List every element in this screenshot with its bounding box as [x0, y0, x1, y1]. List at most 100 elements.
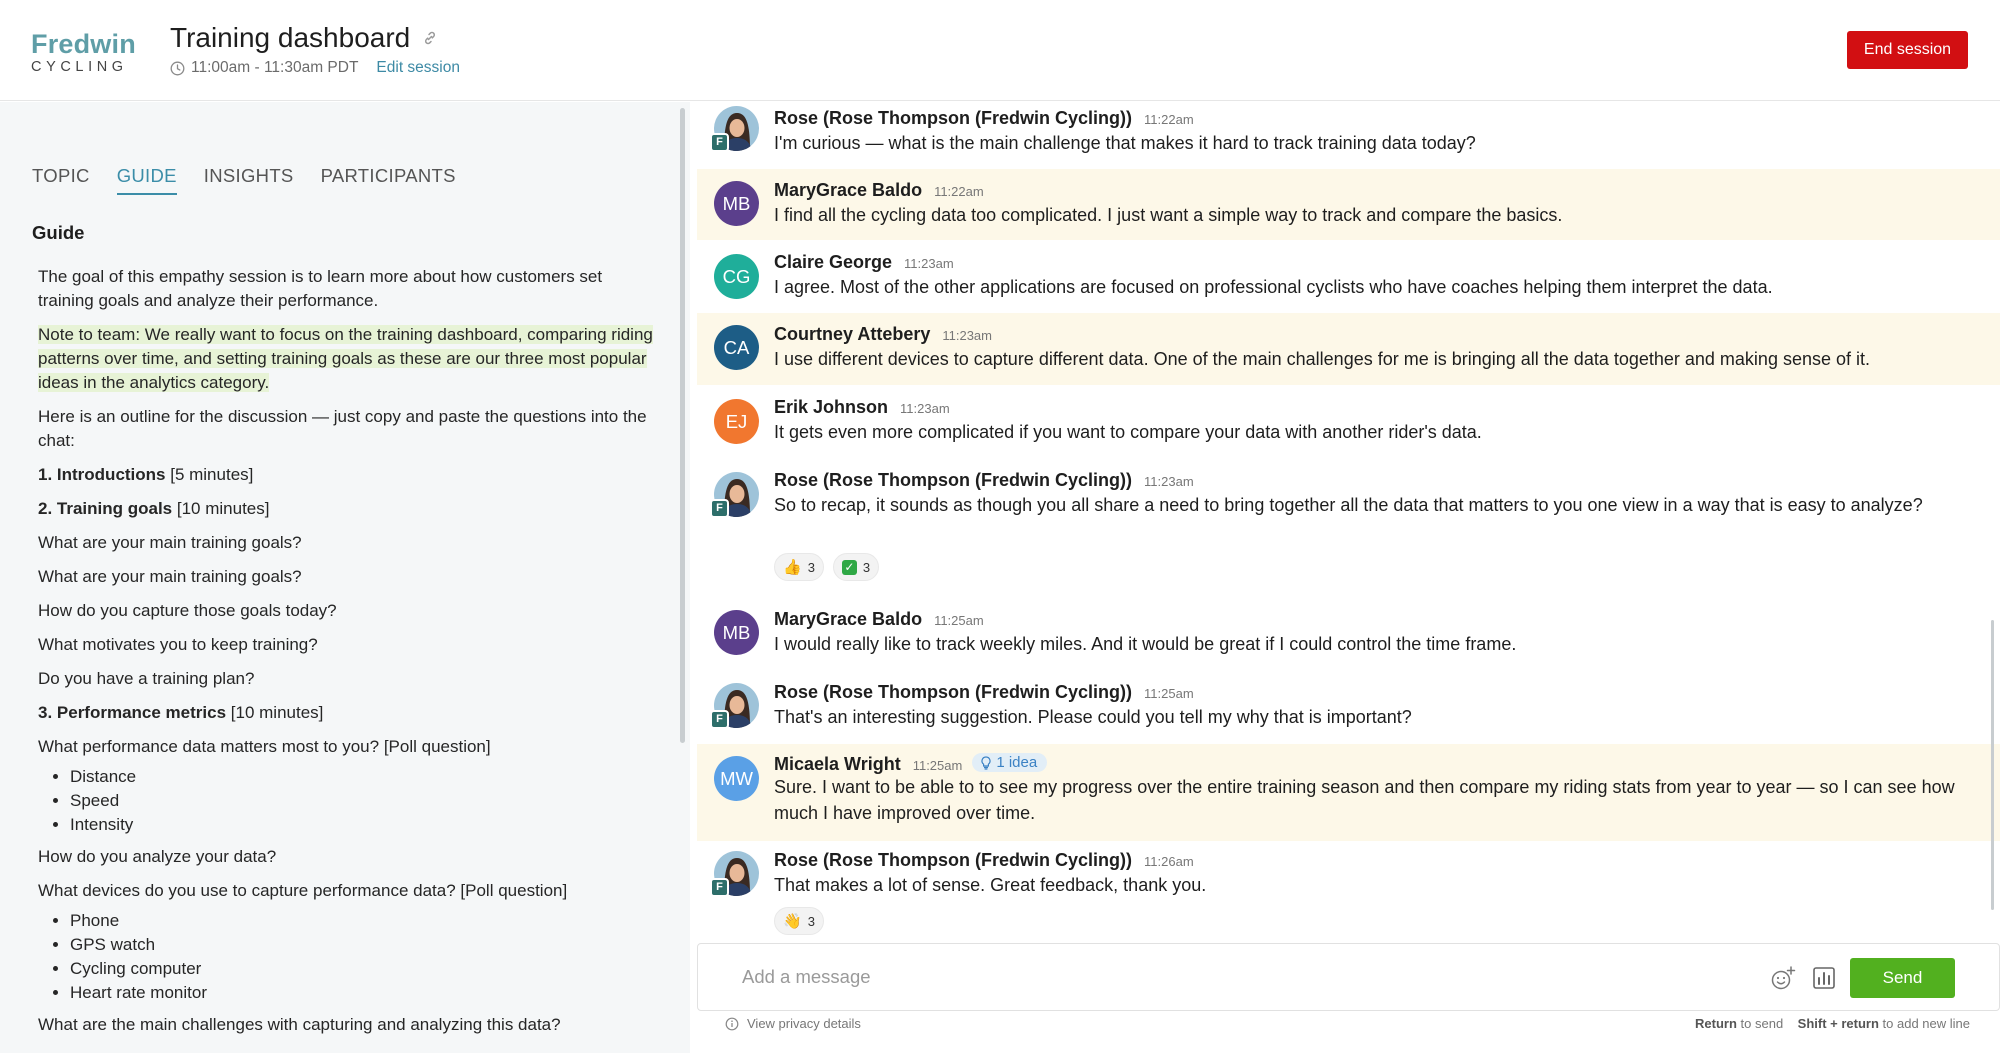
- team-note: Note to team: We really want to focus on…: [38, 325, 653, 392]
- chat-message: F Rose (Rose Thompson (Fredwin Cycling))…: [697, 671, 2000, 744]
- idea-tag[interactable]: 1 idea: [972, 753, 1048, 772]
- logo-subtitle: CYCLING: [31, 59, 128, 75]
- chat-message: MW Micaela Wright 11:25am 1 idea Sure. I…: [697, 744, 2000, 841]
- message-time: 11:23am: [904, 256, 954, 271]
- chat-message: CA Courtney Attebery 11:23am I use diffe…: [697, 313, 2000, 385]
- avatar[interactable]: F: [710, 683, 759, 729]
- thumbs-up-icon: 👍: [783, 558, 802, 576]
- section-introductions: 1. Introductions [5 minutes]: [38, 465, 254, 484]
- guide-question: What devices do you use to capture perfo…: [38, 881, 568, 900]
- message-time: 11:22am: [1144, 112, 1194, 127]
- guide-panel: TOPIC GUIDE INSIGHTS PARTICIPANTS Guide …: [0, 102, 690, 1053]
- sender-name[interactable]: Rose (Rose Thompson (Fredwin Cycling)): [774, 108, 1132, 129]
- edit-session-link[interactable]: Edit session: [376, 59, 460, 77]
- app-header: Fredwin CYCLING Training dashboard 11:00…: [0, 0, 2000, 101]
- sender-name[interactable]: Courtney Attebery: [774, 324, 930, 345]
- message-time: 11:22am: [934, 184, 984, 199]
- sender-name[interactable]: Rose (Rose Thompson (Fredwin Cycling)): [774, 470, 1132, 491]
- message-text: I agree. Most of the other applications …: [774, 277, 1773, 297]
- logo-wordmark: Fredwin: [31, 29, 136, 59]
- avatar[interactable]: MW: [714, 756, 759, 801]
- guide-scrollbar[interactable]: [680, 108, 685, 743]
- company-badge: F: [710, 878, 729, 897]
- guide-question: How do you capture those goals today?: [38, 601, 337, 620]
- reaction-thumbs-up[interactable]: 👍 3: [774, 553, 824, 581]
- guide-question: What are your main training goals?: [38, 567, 302, 586]
- tab-insights[interactable]: INSIGHTS: [204, 165, 294, 195]
- sender-name[interactable]: Micaela Wright: [774, 754, 901, 775]
- send-button[interactable]: Send: [1850, 958, 1955, 998]
- avatar[interactable]: F: [710, 851, 759, 897]
- emoji-picker-icon[interactable]: [1769, 964, 1797, 992]
- privacy-link[interactable]: View privacy details: [725, 1016, 861, 1031]
- guide-outline: Here is an outline for the discussion — …: [38, 407, 647, 450]
- return-hint-desc: to send: [1736, 1016, 1784, 1031]
- panel-tabs: TOPIC GUIDE INSIGHTS PARTICIPANTS: [32, 165, 483, 195]
- list-item: Speed: [70, 789, 658, 813]
- return-key-hint: Return: [1695, 1016, 1737, 1031]
- chat-message: EJ Erik Johnson 11:23am It gets even mor…: [697, 385, 2000, 458]
- avatar[interactable]: MB: [714, 610, 759, 655]
- fredwin-logo[interactable]: Fredwin CYCLING: [31, 30, 141, 75]
- list-item: Phone: [70, 909, 658, 933]
- message-time: 11:23am: [942, 328, 992, 343]
- sender-name[interactable]: Erik Johnson: [774, 397, 888, 418]
- message-composer: Send: [697, 943, 2000, 1011]
- avatar[interactable]: CG: [714, 254, 759, 299]
- avatar[interactable]: EJ: [714, 399, 759, 444]
- company-badge: F: [710, 133, 729, 152]
- session-time: 11:00am - 11:30am PDT: [191, 59, 359, 76]
- chat-scrollbar[interactable]: [1991, 620, 1994, 910]
- avatar[interactable]: CA: [714, 325, 759, 370]
- sender-name[interactable]: Claire George: [774, 252, 892, 273]
- lightbulb-icon: [981, 755, 991, 770]
- keyboard-hints: Return to send Shift + return to add new…: [1695, 1016, 1970, 1031]
- tab-participants[interactable]: PARTICIPANTS: [321, 165, 456, 195]
- privacy-text: View privacy details: [747, 1016, 861, 1031]
- message-text: I use different devices to capture diffe…: [774, 349, 1870, 369]
- message-time: 11:25am: [934, 613, 984, 628]
- sender-name[interactable]: Rose (Rose Thompson (Fredwin Cycling)): [774, 682, 1132, 703]
- company-badge: F: [710, 710, 729, 729]
- avatar[interactable]: F: [710, 472, 759, 518]
- reaction-count: 3: [807, 559, 815, 575]
- poll-chart-icon[interactable]: [1810, 964, 1838, 992]
- info-icon: [725, 1017, 739, 1030]
- guide-question: What are your main training goals?: [38, 533, 302, 552]
- reaction-count: 3: [862, 559, 871, 575]
- message-text: I find all the cycling data too complica…: [774, 205, 1563, 225]
- message-time: 11:25am: [912, 757, 963, 773]
- end-session-button[interactable]: End session: [1847, 31, 1968, 69]
- guide-content: The goal of this empathy session is to l…: [38, 265, 658, 1047]
- sender-name[interactable]: Rose (Rose Thompson (Fredwin Cycling)): [774, 850, 1132, 871]
- sender-name[interactable]: MaryGrace Baldo: [774, 609, 922, 630]
- avatar[interactable]: F: [710, 106, 759, 152]
- list-item: Cycling computer: [70, 957, 658, 981]
- tab-topic[interactable]: TOPIC: [32, 165, 90, 195]
- message-text: It gets even more complicated if you wan…: [774, 422, 1482, 442]
- reaction-check[interactable]: ✓ 3: [832, 553, 880, 581]
- reaction-count: 3: [807, 913, 815, 929]
- list-item: GPS watch: [70, 933, 658, 957]
- sender-name[interactable]: MaryGrace Baldo: [774, 180, 922, 201]
- avatar[interactable]: MB: [714, 181, 759, 226]
- page-title: Training dashboard: [170, 22, 411, 53]
- reaction-wave[interactable]: 👋 3: [774, 907, 824, 935]
- guide-heading: Guide: [32, 222, 85, 243]
- tab-guide[interactable]: GUIDE: [116, 165, 177, 195]
- list-item: Distance: [70, 765, 658, 789]
- shift-return-hint: Shift + return: [1797, 1016, 1879, 1031]
- check-mark-icon: ✓: [841, 559, 857, 575]
- guide-question: Do you have a training plan?: [38, 669, 255, 688]
- message-text: I would really like to track weekly mile…: [774, 634, 1517, 654]
- message-input[interactable]: [742, 961, 1742, 993]
- message-time: 11:23am: [1144, 474, 1194, 489]
- guide-question: How do you analyze your data?: [38, 847, 277, 866]
- message-time: 11:23am: [900, 401, 950, 416]
- message-text: That's an interesting suggestion. Please…: [774, 707, 1412, 727]
- guide-question: What performance data matters most to yo…: [38, 737, 491, 756]
- section-training-goals: 2. Training goals [10 minutes]: [38, 499, 270, 518]
- message-text: Sure. I want to be able to to see my pro…: [774, 777, 1955, 823]
- chat-message: MB MaryGrace Baldo 11:25am I would reall…: [697, 598, 2000, 671]
- link-icon[interactable]: [422, 30, 438, 46]
